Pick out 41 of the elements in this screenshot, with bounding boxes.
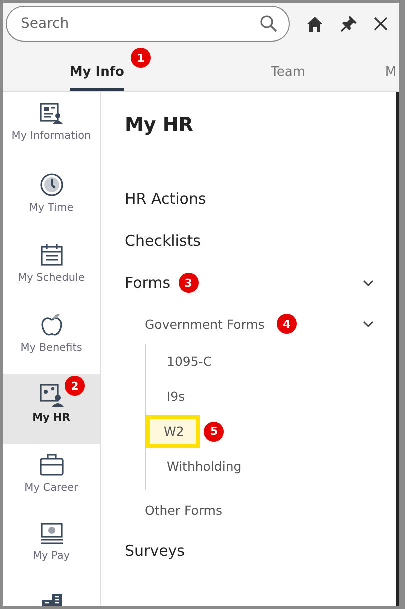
sidebar-item[interactable]: My Time [3,164,100,234]
tab[interactable]: Team [271,65,306,91]
callout-badge: 2 [65,376,85,396]
apple-icon [40,313,64,337]
menu-item[interactable]: Other Forms [145,502,222,518]
chevron-icon[interactable] [363,280,374,286]
briefcase-icon [40,453,64,477]
menu-item[interactable]: Checklists [125,232,201,250]
callout-badge: 5 [204,422,224,442]
tab[interactable]: My Info [70,65,124,91]
menu-item[interactable]: HR Actions [125,190,206,208]
menu-item[interactable]: Forms [125,274,171,292]
id-card-icon [40,103,64,125]
search-icon [260,15,278,33]
home-icon[interactable] [306,16,324,32]
menu-item[interactable]: Surveys [125,542,185,560]
sidebar-item[interactable]: My Benefits [3,304,100,374]
close-icon[interactable] [374,17,388,31]
chevron-icon[interactable] [363,320,374,328]
menu-item[interactable]: Withholding [146,450,263,483]
sidebar-item[interactable]: My Schedule [3,234,100,304]
sidebar-item[interactable]: My HR 2 [3,374,100,444]
menu-item[interactable]: W2 [146,415,200,448]
people-board-icon [40,383,64,407]
banknote-icon [40,523,64,545]
callout-badge: 3 [178,273,199,293]
sidebar-item[interactable]: My Pay [3,514,100,584]
menu-item[interactable]: Government Forms [145,316,265,332]
menu-item[interactable]: I9s [146,380,206,413]
pin-icon[interactable] [340,15,358,33]
page-title: My HR [125,114,194,136]
sidebar-item[interactable]: My Career [3,444,100,514]
clock-icon [40,173,64,197]
tab[interactable]: M [385,65,397,91]
sidebar-item[interactable]: My Information [3,94,100,164]
callout-badge: 4 [276,314,297,334]
building-icon [40,593,64,606]
search-field[interactable]: Search [6,6,290,42]
calendar-icon [40,243,64,267]
menu-item[interactable]: 1095-C [146,345,234,378]
callout-badge: 1 [131,48,151,68]
